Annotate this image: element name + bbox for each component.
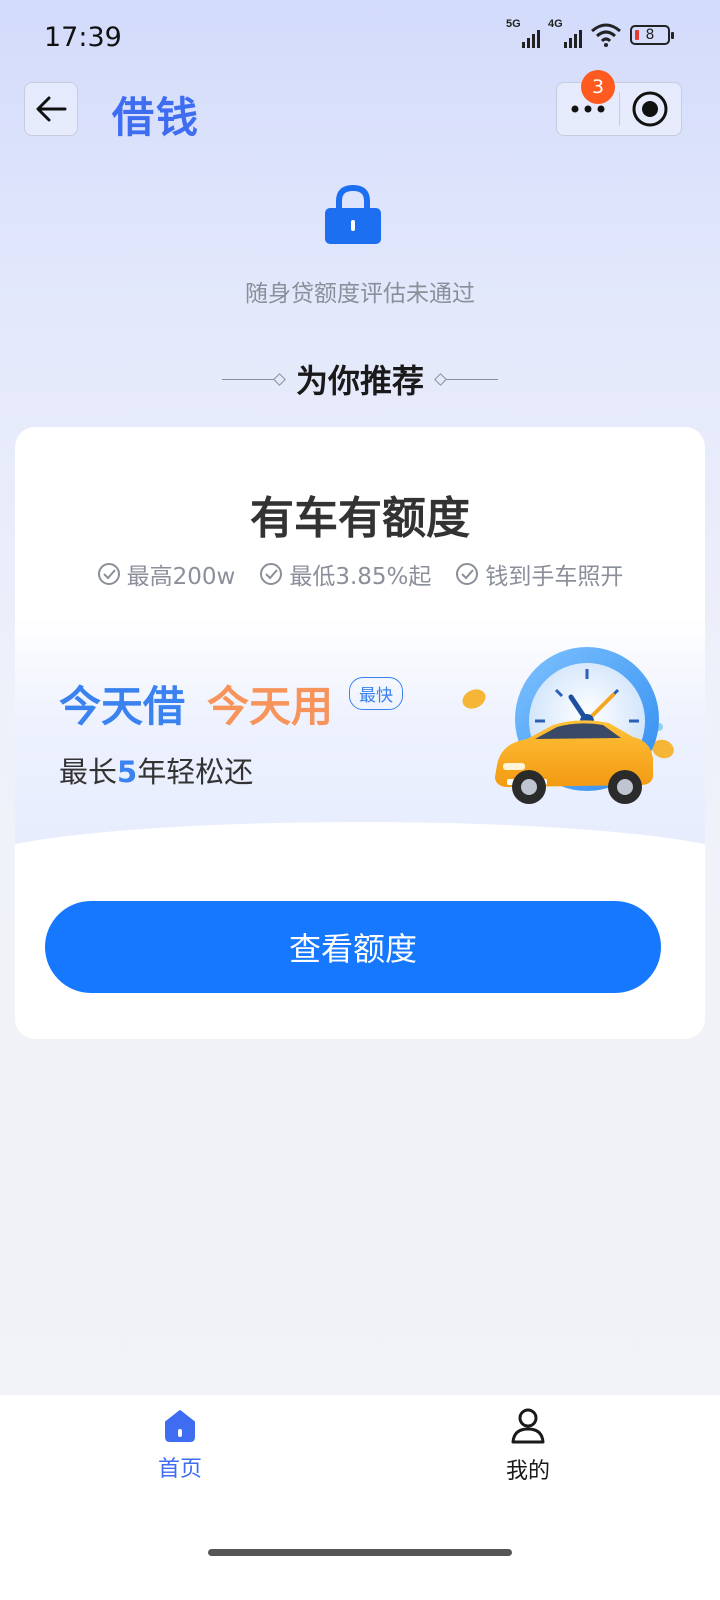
status-bar: 17:39 5G 4G 8 (0, 0, 720, 78)
divider-line (438, 378, 498, 380)
wifi-icon (591, 23, 621, 47)
battery-icon: 8 (630, 25, 674, 45)
recommend-header: 为你推荐 (0, 356, 720, 402)
user-icon (511, 1408, 545, 1444)
repay-years: 5 (117, 755, 138, 789)
divider-line (221, 378, 282, 380)
arrow-left-icon (36, 96, 67, 122)
notification-badge: 3 (581, 70, 615, 104)
lock-icon (325, 184, 381, 244)
feature-item: 最低3.85%起 (259, 557, 431, 591)
feature-item: 最高200w (97, 557, 236, 591)
back-button[interactable] (24, 82, 78, 136)
feature-label: 最高200w (126, 564, 236, 590)
feature-label: 最低3.85%起 (289, 564, 432, 590)
promo-use-today: 今天用 (207, 682, 334, 731)
view-credit-button[interactable]: 查看额度 (45, 901, 661, 993)
recommend-title: 为你推荐 (295, 362, 424, 400)
tab-label: 首页 (157, 1457, 202, 1482)
repay-text: 最长5年轻松还 (59, 755, 254, 789)
check-circle-icon (260, 563, 283, 585)
signal-5g-icon: 5G (506, 18, 540, 48)
car-stopwatch-illustration (462, 647, 674, 804)
more-button[interactable]: 3 (557, 70, 619, 136)
bottom-tab-bar: 首页 我的 (0, 1395, 720, 1600)
signal-4g-icon: 4G (548, 18, 582, 48)
fast-tag: 最快 (349, 677, 403, 710)
mini-program-capsule: 3 (556, 70, 682, 136)
target-circle-icon (632, 91, 668, 127)
product-card[interactable]: 有车有额度 最高200w 最低3.85%起 钱到手车照开 今天借 今天用 最快 … (15, 427, 705, 1039)
feature-item: 钱到手车照开 (455, 557, 623, 591)
status-icons: 5G 4G 8 (506, 18, 674, 48)
page-title: 借钱 (112, 93, 201, 142)
tab-label: 我的 (505, 1459, 550, 1484)
more-dots-icon (571, 105, 605, 113)
close-program-button[interactable] (619, 82, 681, 136)
nav-bar: 借钱 3 (0, 70, 720, 142)
status-time: 17:39 (44, 22, 122, 53)
assessment-message: 随身贷额度评估未通过 (245, 281, 475, 307)
promo-borrow-today: 今天借 (59, 682, 186, 731)
card-heading: 有车有额度 (250, 493, 470, 544)
home-icon (165, 1410, 195, 1442)
feature-label: 钱到手车照开 (485, 564, 624, 590)
tab-mine[interactable]: 我的 (468, 1407, 588, 1485)
check-circle-icon (456, 563, 479, 585)
home-indicator[interactable] (208, 1549, 512, 1556)
check-circle-icon (97, 563, 120, 585)
feature-list: 最高200w 最低3.85%起 钱到手车照开 (15, 557, 705, 591)
tab-home[interactable]: 首页 (120, 1407, 240, 1483)
